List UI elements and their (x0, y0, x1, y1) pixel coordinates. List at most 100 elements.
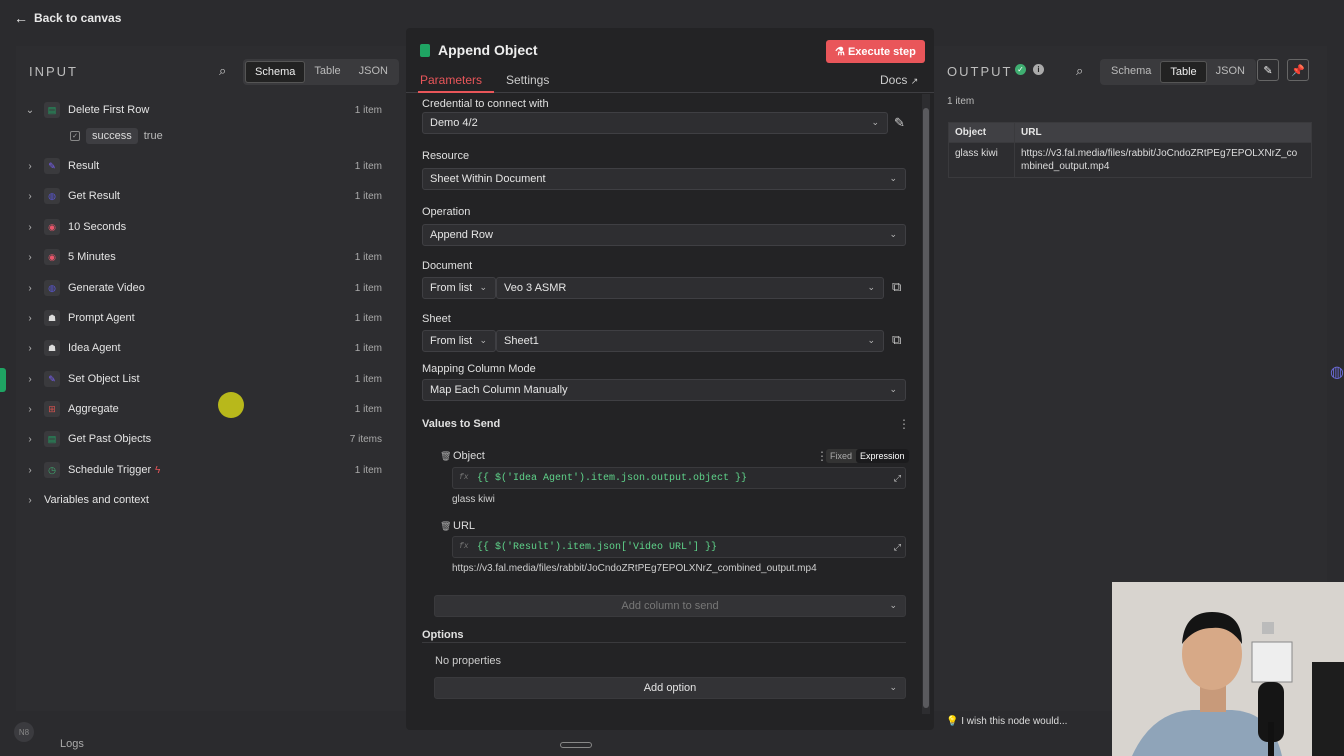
document-select[interactable]: Veo 3 ASMR ⌄ (496, 277, 884, 299)
chevron-right-icon[interactable]: › (22, 404, 38, 415)
input-node-row[interactable]: › ▤ Get Past Objects 7 items (22, 427, 382, 451)
chevron-right-icon[interactable]: › (22, 343, 38, 354)
input-node-name: Set Object List (68, 373, 140, 385)
chevron-down-icon: ⌄ (889, 384, 897, 394)
credential-select[interactable]: Demo 4/2 ⌄ (422, 112, 888, 134)
chevron-right-icon[interactable]: › (22, 252, 38, 263)
expand-icon[interactable]: ⤢ (894, 474, 901, 484)
sheet-select[interactable]: Sheet1 ⌄ (496, 330, 884, 352)
input-node-row[interactable]: › ◍ Generate Video 1 item (22, 276, 382, 300)
expand-icon[interactable]: ⤢ (894, 543, 901, 553)
object-expression-value: {{ $('Idea Agent').item.json.output.obje… (477, 472, 748, 484)
operation-select[interactable]: Append Row ⌄ (422, 224, 906, 246)
external-link-icon: ↗ (910, 76, 919, 86)
previous-node-handle[interactable] (0, 368, 6, 392)
open-sheet-icon[interactable]: ⧉ (892, 332, 901, 348)
document-mode-select[interactable]: From list ⌄ (422, 277, 496, 299)
input-node-row[interactable]: › ☗ Idea Agent 1 item (22, 336, 382, 360)
chevron-right-icon[interactable]: › (22, 465, 38, 476)
chevron-right-icon[interactable]: › (22, 191, 38, 202)
chevron-right-icon[interactable]: › (22, 374, 38, 385)
mapping-mode-select[interactable]: Map Each Column Manually ⌄ (422, 379, 906, 401)
resource-value: Sheet Within Document (430, 173, 546, 185)
tab-parameters[interactable]: Parameters (420, 73, 482, 87)
operation-value: Append Row (430, 229, 493, 241)
credential-value: Demo 4/2 (430, 117, 478, 129)
output-tab-schema[interactable]: Schema (1102, 61, 1160, 83)
chevron-right-icon[interactable]: › (22, 434, 38, 445)
more-options-icon[interactable]: ⋮ (898, 417, 910, 431)
chevron-right-icon[interactable]: › (22, 161, 38, 172)
chevron-down-icon[interactable]: ⌄ (22, 105, 38, 116)
globe-icon: ◍ (44, 188, 60, 204)
mapping-mode-value: Map Each Column Manually (430, 384, 568, 396)
url-expression-value: {{ $('Result').item.json['Video URL'] }} (477, 541, 718, 553)
info-icon[interactable]: i (1033, 64, 1044, 75)
output-tab-table[interactable]: Table (1160, 61, 1207, 83)
input-node-row[interactable]: › ◷ Schedule Trigger ϟ 1 item (22, 458, 382, 482)
pin-data-button[interactable]: 📌 (1287, 59, 1309, 81)
webcam-overlay (1112, 582, 1344, 756)
input-node-row[interactable]: › Variables and context (22, 488, 382, 512)
sub-field-row: ✓ success true (70, 128, 163, 144)
chevron-right-icon[interactable]: › (22, 313, 38, 324)
input-node-row[interactable]: ⌄ ▤ Delete First Row 1 item (22, 98, 382, 122)
add-column-button[interactable]: Add column to send ⌄ (434, 595, 906, 617)
edit-credential-icon[interactable]: ✎ (894, 115, 905, 131)
edit-output-button[interactable]: ✎ (1257, 59, 1279, 81)
input-node-count: 1 item (354, 282, 382, 294)
presenter-video (1112, 582, 1344, 756)
input-node-row[interactable]: › ☗ Prompt Agent 1 item (22, 306, 382, 330)
url-expression-input[interactable]: fx {{ $('Result').item.json['Video URL']… (452, 536, 906, 558)
open-document-icon[interactable]: ⧉ (892, 279, 901, 295)
trigger-bolt-icon: ϟ (155, 464, 161, 476)
input-node-row[interactable]: › ◉ 10 Seconds (22, 215, 382, 239)
input-tab-table[interactable]: Table (305, 61, 349, 83)
scrollbar-thumb[interactable] (923, 108, 929, 708)
resource-select[interactable]: Sheet Within Document ⌄ (422, 168, 906, 190)
resize-handle[interactable] (560, 742, 592, 748)
execute-step-button[interactable]: ⚗ Execute step (826, 40, 925, 63)
globe-icon[interactable]: ◍ (1330, 362, 1344, 382)
fixed-option[interactable]: Fixed (826, 449, 856, 463)
input-node-row[interactable]: › ⊞ Aggregate 1 item (22, 397, 382, 421)
input-node-count: 1 item (354, 403, 382, 415)
chevron-right-icon[interactable]: › (22, 495, 38, 506)
field-key-pill[interactable]: success (86, 128, 138, 144)
object-expression-input[interactable]: fx {{ $('Idea Agent').item.json.output.o… (452, 467, 906, 489)
input-node-row[interactable]: › ◉ 5 Minutes 1 item (22, 245, 382, 269)
avatar[interactable]: N8 (14, 722, 34, 742)
values-to-send-label: Values to Send (422, 418, 501, 430)
checkbox-icon: ✓ (70, 131, 80, 141)
input-tab-json[interactable]: JSON (350, 61, 397, 83)
input-node-name: Variables and context (44, 494, 149, 506)
back-to-canvas-link[interactable]: ← Back to canvas (14, 10, 121, 26)
trash-icon[interactable]: 🗑 (440, 521, 451, 532)
feedback-link[interactable]: 💡 I wish this node would... (946, 716, 1067, 727)
chevron-down-icon: ⌄ (479, 282, 487, 292)
chevron-down-icon: ⌄ (889, 600, 897, 610)
input-tab-schema[interactable]: Schema (245, 61, 306, 83)
output-tab-json[interactable]: JSON (1207, 61, 1254, 83)
wait-icon: ◉ (44, 219, 60, 235)
chevron-down-icon: ⌄ (867, 282, 875, 292)
table-row: glass kiwi https://v3.fal.media/files/ra… (948, 142, 1312, 178)
search-icon[interactable]: ⌕ (219, 63, 226, 79)
chevron-down-icon: ⌄ (867, 335, 875, 345)
add-column-label: Add column to send (621, 600, 719, 612)
trash-icon[interactable]: 🗑 (440, 451, 451, 462)
expression-option[interactable]: Expression (856, 449, 909, 463)
docs-link[interactable]: Docs ↗ (880, 73, 918, 87)
robot-icon: ☗ (44, 340, 60, 356)
input-node-row[interactable]: › ✎ Set Object List 1 item (22, 367, 382, 391)
chevron-right-icon[interactable]: › (22, 283, 38, 294)
tab-settings[interactable]: Settings (506, 73, 549, 87)
sheet-label: Sheet (422, 313, 451, 325)
search-icon[interactable]: ⌕ (1076, 63, 1083, 79)
logs-tab[interactable]: Logs (60, 738, 84, 750)
input-node-row[interactable]: › ✎ Result 1 item (22, 154, 382, 178)
input-node-row[interactable]: › ◍ Get Result 1 item (22, 184, 382, 208)
sheet-mode-select[interactable]: From list ⌄ (422, 330, 496, 352)
chevron-right-icon[interactable]: › (22, 222, 38, 233)
add-option-button[interactable]: Add option ⌄ (434, 677, 906, 699)
